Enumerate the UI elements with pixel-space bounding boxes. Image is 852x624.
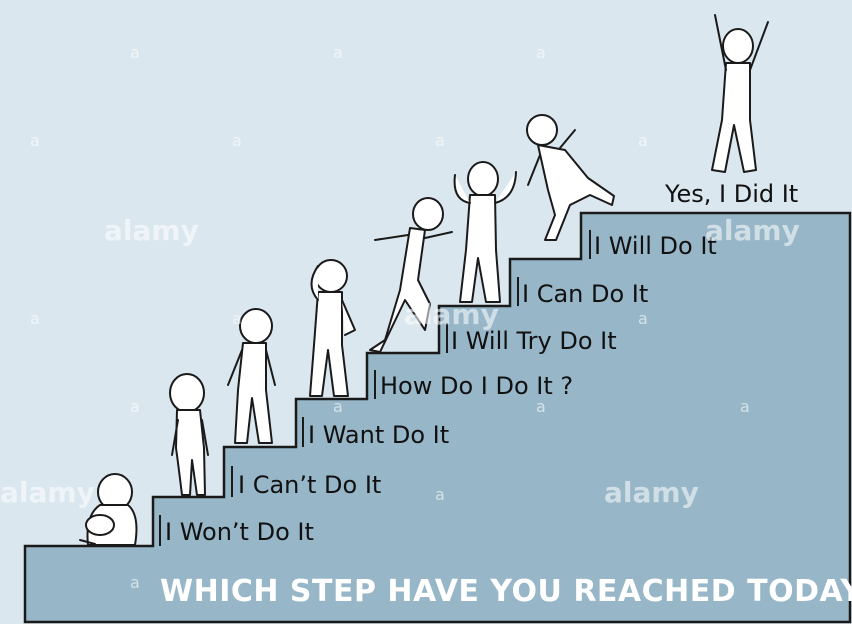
step-label-3: I Want Do It xyxy=(308,421,449,449)
step-label-8: Yes, I Did It xyxy=(664,180,798,208)
step-label-6: I Can Do It xyxy=(522,280,648,308)
watermark-mark-7: a xyxy=(638,131,648,150)
watermark-brand-3: alamy xyxy=(604,476,699,509)
watermark-mark-6: a xyxy=(435,131,445,150)
watermark-mark-5: a xyxy=(232,131,242,150)
watermark-mark-2: a xyxy=(333,43,343,62)
watermark-mark-1: a xyxy=(130,43,140,62)
watermark-brand-2: alamy xyxy=(0,476,95,509)
watermark-mark-11: a xyxy=(130,397,140,416)
watermark-mark-12: a xyxy=(333,397,343,416)
watermark-brand-5: alamy xyxy=(404,298,499,331)
watermark-brand-4: alamy xyxy=(705,214,800,247)
watermark-mark-8: a xyxy=(30,309,40,328)
staircase-artwork: I Won’t Do It I Can’t Do It I Want Do It… xyxy=(0,0,852,624)
step-label-5: I Will Try Do It xyxy=(451,327,617,355)
watermark-brand-1: alamy xyxy=(104,214,199,247)
caption-text: WHICH STEP HAVE YOU REACHED TODAY? xyxy=(160,574,852,609)
step-label-1: I Won’t Do It xyxy=(165,518,314,546)
step-label-4: How Do I Do It ? xyxy=(380,372,573,400)
step-label-2: I Can’t Do It xyxy=(238,471,381,499)
watermark-mark-9: a xyxy=(232,309,242,328)
watermark-mark-4: a xyxy=(30,131,40,150)
step-label-7: I Will Do It xyxy=(594,232,717,260)
motivation-staircase-illustration: I Won’t Do It I Can’t Do It I Want Do It… xyxy=(0,0,852,624)
watermark-mark-10: a xyxy=(638,309,648,328)
watermark-mark-15: a xyxy=(435,485,445,504)
watermark-mark-3: a xyxy=(536,43,546,62)
watermark-mark-14: a xyxy=(740,397,750,416)
watermark-mark-13: a xyxy=(536,397,546,416)
watermark-mark-16: a xyxy=(130,573,140,592)
